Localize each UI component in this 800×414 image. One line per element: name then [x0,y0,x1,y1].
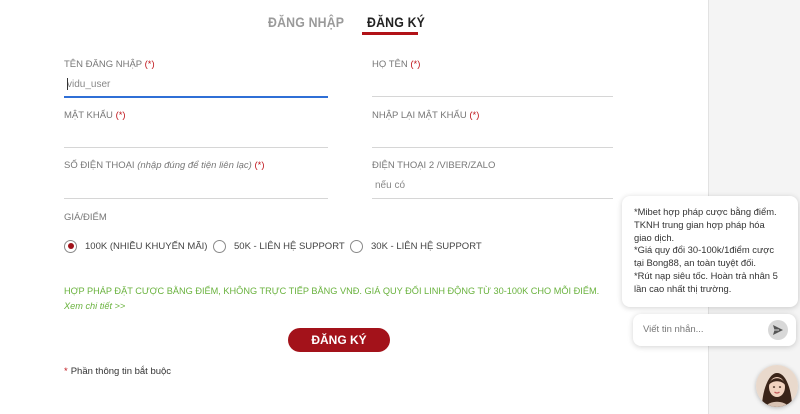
password-confirm-input[interactable] [372,128,602,142]
radio-unchecked-icon [213,239,226,253]
chat-message-input[interactable] [641,323,765,336]
price-option-50k[interactable]: 50K - LIÊN HỆ SUPPORT [213,238,345,254]
chat-line: giao dịch. [634,231,675,243]
chat-line: lần cao nhất thị trường. [634,282,732,294]
send-button[interactable] [768,320,788,340]
chat-input-box [633,314,796,346]
radio-checked-icon [64,239,77,253]
active-tab-indicator [362,32,418,35]
phone2-label-text: ĐIỆN THOẠI 2 /VIBER/ZALO [372,160,496,171]
required-mark: (*) [254,160,265,171]
price-option-label: 100K (NHIỀU KHUYẾN MÃI) [85,240,208,252]
password-confirm-label-text: NHẬP LẠI MẬT KHẨU [372,110,467,121]
password-confirm-label: NHẬP LẠI MẬT KHẨU (*) [372,110,479,121]
chat-line: tại Bong88, an toàn tuyệt đối. [634,257,756,269]
username-input[interactable] [67,77,297,91]
password-input[interactable] [67,128,297,142]
see-details-link[interactable]: Xem chi tiết >> [64,301,125,311]
price-option-label: 50K - LIÊN HỆ SUPPORT [234,240,345,252]
phone-label-text: SỐ ĐIỆN THOẠI [64,160,135,171]
password-confirm-underline [372,147,613,148]
register-submit-button[interactable]: ĐĂNG KÝ [288,328,390,352]
fullname-label: HỌ TÊN (*) [372,59,420,70]
price-option-30k[interactable]: 30K - LIÊN HỆ SUPPORT [350,238,482,254]
required-mark: (*) [144,59,155,70]
legal-notice: HỢP PHÁP ĐẶT CƯỢC BẰNG ĐIỂM, KHÔNG TRỰC … [64,286,600,296]
password-underline [64,147,328,148]
phone2-label: ĐIỆN THOẠI 2 /VIBER/ZALO [372,160,495,171]
phone-input[interactable] [67,178,297,192]
send-icon [772,324,784,336]
required-mark: (*) [469,110,480,121]
fullname-input[interactable] [372,77,602,91]
required-mark: (*) [115,110,126,121]
username-label-text: TÊN ĐĂNG NHẬP [64,59,142,70]
support-avatar[interactable] [756,365,798,407]
price-label: GIÁ/ĐIỂM [64,212,107,223]
fullname-underline [372,96,613,97]
required-note-text: Phần thông tin bắt buộc [70,366,172,377]
phone-label: SỐ ĐIỆN THOẠI (nhập đúng để tiện liên lạ… [64,160,264,171]
tab-login[interactable]: ĐĂNG NHẬP [268,14,344,30]
required-mark: (*) [410,59,421,70]
required-asterisk: * [64,366,68,377]
phone2-underline [372,198,613,199]
password-label-text: MẬT KHẨU [64,110,113,121]
username-underline [64,96,328,98]
tab-register[interactable]: ĐĂNG KÝ [367,14,425,30]
username-label: TÊN ĐĂNG NHẬP (*) [64,59,155,70]
phone-hint: (nhập đúng để tiện liên lạc) [137,160,252,171]
phone2-input[interactable] [375,178,605,192]
fullname-label-text: HỌ TÊN [372,59,408,70]
chat-line: *Mibet hợp pháp cược bằng điểm. [634,206,777,217]
required-fields-note: * Phần thông tin bắt buộc [64,366,171,377]
chat-message-bubble: *Mibet hợp pháp cược bằng điểm. TKNH tru… [622,196,798,307]
chat-line: *Giá quy đổi 30-100k/1điểm cược [634,244,775,256]
chat-line: *Rút nạp siêu tốc. Hoàn trả nhân 5 [634,269,778,281]
avatar-icon [756,365,798,407]
price-option-100k[interactable]: 100K (NHIỀU KHUYẾN MÃI) [64,238,207,254]
chat-line: TKNH trung gian hợp pháp hóa [634,218,765,230]
radio-unchecked-icon [350,239,363,253]
phone-underline [64,198,328,199]
price-option-label: 30K - LIÊN HỆ SUPPORT [371,240,482,252]
password-label: MẬT KHẨU (*) [64,110,126,121]
text-caret [67,78,68,90]
